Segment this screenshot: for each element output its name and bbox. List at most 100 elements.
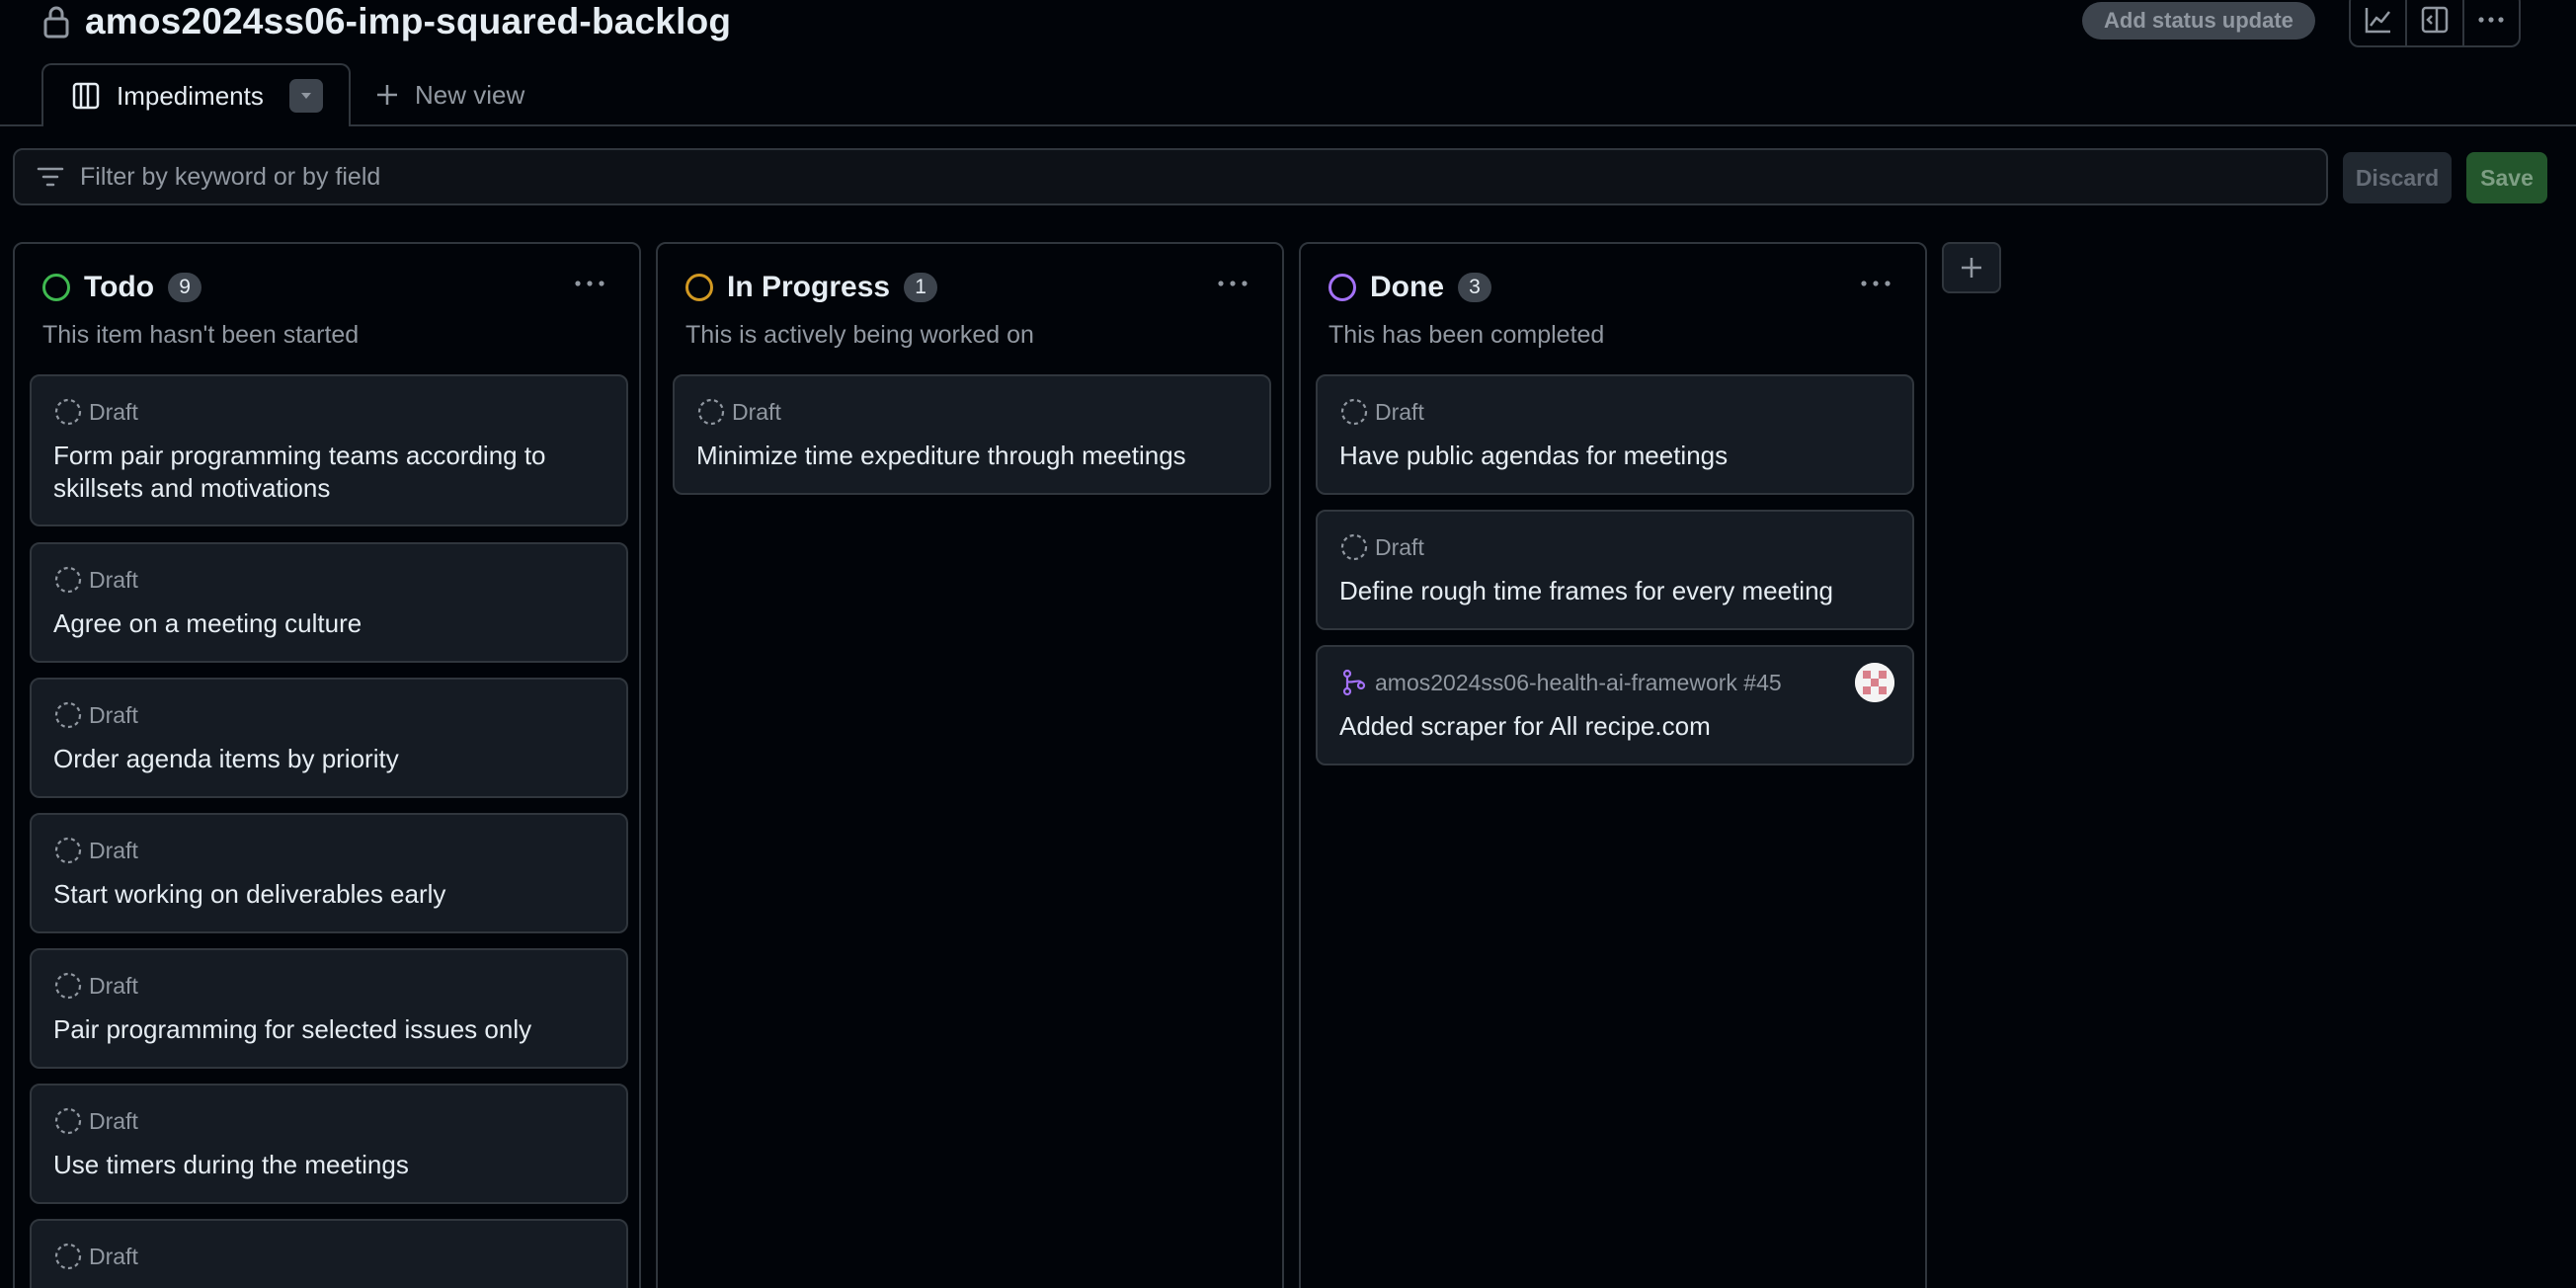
- board-card[interactable]: Draft Pair programming for selected issu…: [30, 948, 628, 1069]
- card-meta: Draft: [53, 564, 138, 596]
- board-card[interactable]: Draft Form pair programming teams accord…: [30, 374, 628, 526]
- card-type-label: Draft: [1375, 398, 1424, 425]
- avatar-icon: [1855, 663, 1894, 702]
- column-menu-button[interactable]: [572, 272, 607, 295]
- draft-icon: [54, 1243, 82, 1270]
- draft-icon: [54, 837, 82, 864]
- card-type-label: Draft: [732, 398, 781, 425]
- save-button[interactable]: Save: [2466, 152, 2547, 203]
- filter-icon: [37, 167, 64, 187]
- title-row: amos2024ss06-imp-squared-backlog: [41, 0, 731, 47]
- column-header: Todo 9: [42, 268, 202, 307]
- card-title[interactable]: Have public agendas for meetings: [1339, 440, 1891, 472]
- column-title: Done: [1370, 271, 1444, 303]
- board-card[interactable]: Draft Order agenda items by priority: [30, 678, 628, 798]
- board-card[interactable]: Draft Agree on a meeting culture: [30, 542, 628, 663]
- discard-button[interactable]: Discard: [2343, 152, 2452, 203]
- avatar[interactable]: [1855, 663, 1894, 702]
- card-meta: amos2024ss06-health-ai-framework #45: [1339, 667, 1782, 698]
- plus-icon: [377, 85, 397, 105]
- column-done: Done 3 This has been completed Draft Hav…: [1299, 242, 1927, 1288]
- filter-bar: [13, 148, 2328, 205]
- column-menu-button[interactable]: [1858, 272, 1893, 295]
- card-type-label: Draft: [89, 701, 138, 728]
- tab-label: Impediments: [117, 80, 264, 111]
- board-card[interactable]: Draft: [30, 1219, 628, 1288]
- card-meta: Draft: [53, 396, 138, 428]
- column-title: In Progress: [727, 271, 891, 303]
- done-status-icon: [1328, 274, 1356, 301]
- column-header: In Progress 1: [685, 268, 938, 307]
- card-meta: Draft: [1339, 531, 1424, 563]
- project-board: amos2024ss06-imp-squared-backlog Add sta…: [0, 0, 2576, 1288]
- draft-icon: [54, 701, 82, 729]
- insights-icon: [2365, 8, 2390, 34]
- board-card[interactable]: Draft Define rough time frames for every…: [1316, 510, 1914, 630]
- card-title[interactable]: Pair programming for selected issues onl…: [53, 1013, 604, 1046]
- card-title[interactable]: Define rough time frames for every meeti…: [1339, 575, 1891, 607]
- card-meta: Draft: [1339, 396, 1424, 428]
- column-description: This has been completed: [1328, 321, 1605, 349]
- card-title[interactable]: Start working on deliverables early: [53, 878, 604, 911]
- board-card[interactable]: Draft Have public agendas for meetings: [1316, 374, 1914, 495]
- board-card[interactable]: Draft Minimize time expediture through m…: [673, 374, 1271, 495]
- column-menu-button[interactable]: [1215, 272, 1250, 295]
- column-in-progress: In Progress 1 This is actively being wor…: [656, 242, 1284, 1288]
- card-meta: Draft: [53, 1241, 138, 1272]
- card-meta: Draft: [53, 970, 138, 1002]
- draft-icon: [54, 1107, 82, 1135]
- board-card[interactable]: Draft Use timers during the meetings: [30, 1084, 628, 1204]
- count-badge: 9: [168, 273, 202, 302]
- card-title[interactable]: Added scraper for All recipe.com: [1339, 710, 1891, 743]
- card-meta: Draft: [53, 835, 138, 866]
- board-card[interactable]: amos2024ss06-health-ai-framework #45 Add…: [1316, 645, 1914, 765]
- card-type-label: Draft: [89, 1107, 138, 1134]
- card-type-label: Draft: [1375, 533, 1424, 560]
- more-options-icon: [575, 281, 604, 286]
- card-repo-label[interactable]: amos2024ss06-health-ai-framework #45: [1375, 670, 1782, 696]
- new-view-label: New view: [415, 79, 525, 110]
- in-progress-status-icon: [685, 274, 713, 301]
- card-meta: Draft: [696, 396, 781, 428]
- view-options-button[interactable]: [289, 79, 323, 113]
- card-type-label: Draft: [89, 972, 138, 999]
- draft-icon: [697, 398, 725, 426]
- card-title[interactable]: Use timers during the meetings: [53, 1149, 604, 1181]
- column-todo: Todo 9 This item hasn't been started Dra…: [13, 242, 641, 1288]
- board-icon: [72, 82, 100, 110]
- board-card[interactable]: Draft Start working on deliverables earl…: [30, 813, 628, 933]
- count-badge: 1: [904, 273, 938, 302]
- draft-icon: [54, 398, 82, 426]
- card-type-label: Draft: [89, 837, 138, 863]
- side-panel-button[interactable]: [2407, 0, 2464, 45]
- more-options-icon: [1861, 281, 1891, 286]
- pull-request-icon: [1342, 669, 1366, 696]
- more-options-button[interactable]: [2464, 0, 2519, 45]
- tab-impediments[interactable]: Impediments: [41, 63, 351, 126]
- column-description: This is actively being worked on: [685, 321, 1034, 349]
- insights-button[interactable]: [2351, 0, 2408, 45]
- plus-icon: [1962, 258, 1981, 278]
- chevron-down-icon: [301, 93, 311, 99]
- card-meta: Draft: [53, 699, 138, 731]
- draft-icon: [1340, 533, 1368, 561]
- project-header: amos2024ss06-imp-squared-backlog Add sta…: [0, 0, 2576, 126]
- draft-icon: [1340, 398, 1368, 426]
- draft-icon: [54, 566, 82, 594]
- more-options-icon: [2478, 17, 2504, 23]
- add-column-button[interactable]: [1942, 242, 2001, 293]
- filter-input[interactable]: [80, 162, 2326, 192]
- card-title[interactable]: Form pair programming teams according to…: [53, 440, 604, 505]
- side-panel-icon: [2421, 6, 2449, 34]
- count-badge: 3: [1458, 273, 1491, 302]
- project-title[interactable]: amos2024ss06-imp-squared-backlog: [85, 1, 731, 42]
- card-title[interactable]: Order agenda items by priority: [53, 743, 604, 775]
- new-view-button[interactable]: New view: [375, 77, 524, 113]
- add-status-update-button[interactable]: Add status update: [2082, 2, 2315, 40]
- more-options-icon: [1218, 281, 1248, 286]
- card-title[interactable]: Agree on a meeting culture: [53, 607, 604, 640]
- card-meta: Draft: [53, 1105, 138, 1137]
- card-type-label: Draft: [89, 566, 138, 593]
- header-actions: [2349, 0, 2521, 47]
- card-title[interactable]: Minimize time expediture through meeting…: [696, 440, 1248, 472]
